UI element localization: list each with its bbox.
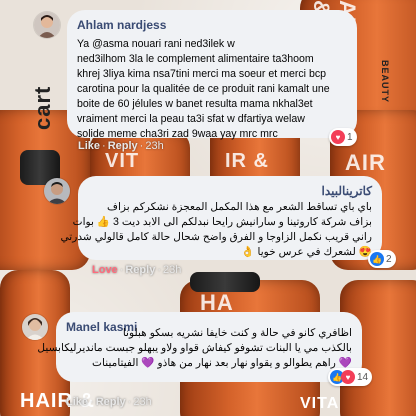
comment-actions: Love · Reply · 23h (92, 264, 182, 276)
comment-text-line: ned3ilhom 3la le complement alimentaire … (77, 53, 314, 65)
comment-text-line: boite de 60 jélules w banet resulta mama… (77, 98, 313, 110)
comment-text-line: باي باي تساقط الشعر مع هذا المكمل المعجز… (107, 201, 372, 213)
comment-text: اظافري كانو في حالة و كنت خايفا نشريه بس… (37, 326, 352, 371)
reaction-count[interactable]: 👍 2 (368, 250, 396, 268)
comment-text-line: راني قريب نكمل الزاوجا و الفرق واضح شحال… (60, 231, 372, 243)
comment-text: Ya @asma nouari rani ned3ilek w ned3ilho… (77, 37, 353, 142)
comment-text-line: 😍 لشعرك في عرس خويا 👌 (241, 246, 372, 258)
comment-bubble: Manel kasmi اظافري كانو في حالة و كنت خا… (37, 312, 373, 386)
comment-timestamp: 23h (133, 396, 152, 408)
reaction-count-value: 2 (386, 253, 392, 265)
reply-button[interactable]: Reply (108, 140, 138, 152)
comment-text-line: بالكذب مي يا البنات تشوفو كيفاش قواو ولا… (37, 342, 352, 354)
comment-actions: Like · Reply · 23h (78, 140, 164, 152)
comment-bubble: كاترينالبيدا باي باي تساقط الشعر مع هذا … (60, 176, 396, 268)
comment-text: باي باي تساقط الشعر مع هذا المكمل المعجز… (60, 200, 372, 260)
bottle-label: VITA (300, 395, 340, 412)
comment-text-line: khrej 3liya kima nsa7tini merci ma soeur… (77, 68, 327, 80)
bottle-label: BEAUTY (380, 60, 390, 104)
comment-author[interactable]: كاترينالبيدا (322, 184, 372, 198)
avatar[interactable] (44, 178, 70, 204)
profile-photo-icon (22, 314, 48, 340)
comment-text-line: Ya @asma nouari rani ned3ilek w (77, 38, 235, 50)
bottle-label: AIR (345, 150, 386, 175)
reply-button[interactable]: Reply (96, 396, 126, 408)
comment-text-line: vraiment merci la peau ta3i sfat w dfart… (77, 113, 305, 125)
reaction-count[interactable]: ♥ 1 (329, 128, 357, 146)
profile-photo-icon (34, 12, 60, 38)
like-button[interactable]: Like (78, 140, 100, 152)
comment-author[interactable]: Ahlam nardjess (77, 18, 166, 32)
heart-reaction-icon: ♥ (341, 370, 355, 384)
comment-text-line: carotina pour la qualitée de ce produit … (77, 83, 330, 95)
comment-actions: Like · Reply · 23h (66, 396, 152, 408)
reaction-count-value: 14 (357, 371, 369, 383)
heart-reaction-icon: ♥ (331, 130, 345, 144)
comment-text-line: اظافري كانو في حالة و كنت خايفا نشريه بس… (122, 327, 352, 339)
like-button[interactable]: Like (66, 396, 88, 408)
bottle-label: cart (30, 85, 55, 130)
profile-photo-icon (44, 178, 70, 204)
avatar[interactable] (34, 12, 60, 38)
comment-text-line: بزاف شركة كاروتينا و سارانيش رايحا نبدلك… (72, 216, 372, 228)
comment-text-line: 💜 راهم يطوالو و يقواو نهار بعد نهار من ه… (92, 357, 352, 369)
avatar[interactable] (22, 314, 48, 340)
reaction-count[interactable]: 👍 ♥ 14 (328, 368, 373, 386)
bottle-cap (190, 272, 260, 292)
bottle-label: IR & (225, 150, 269, 172)
reaction-count-value: 1 (347, 131, 353, 143)
comment-timestamp: 23h (163, 264, 182, 276)
love-button[interactable]: Love (92, 264, 118, 276)
comment-bubble: Ahlam nardjess Ya @asma nouari rani ned3… (67, 10, 357, 146)
bottle-label: VIT (105, 150, 140, 172)
comment-timestamp: 23h (145, 140, 164, 152)
reply-button[interactable]: Reply (125, 264, 155, 276)
like-reaction-icon: 👍 (370, 252, 384, 266)
